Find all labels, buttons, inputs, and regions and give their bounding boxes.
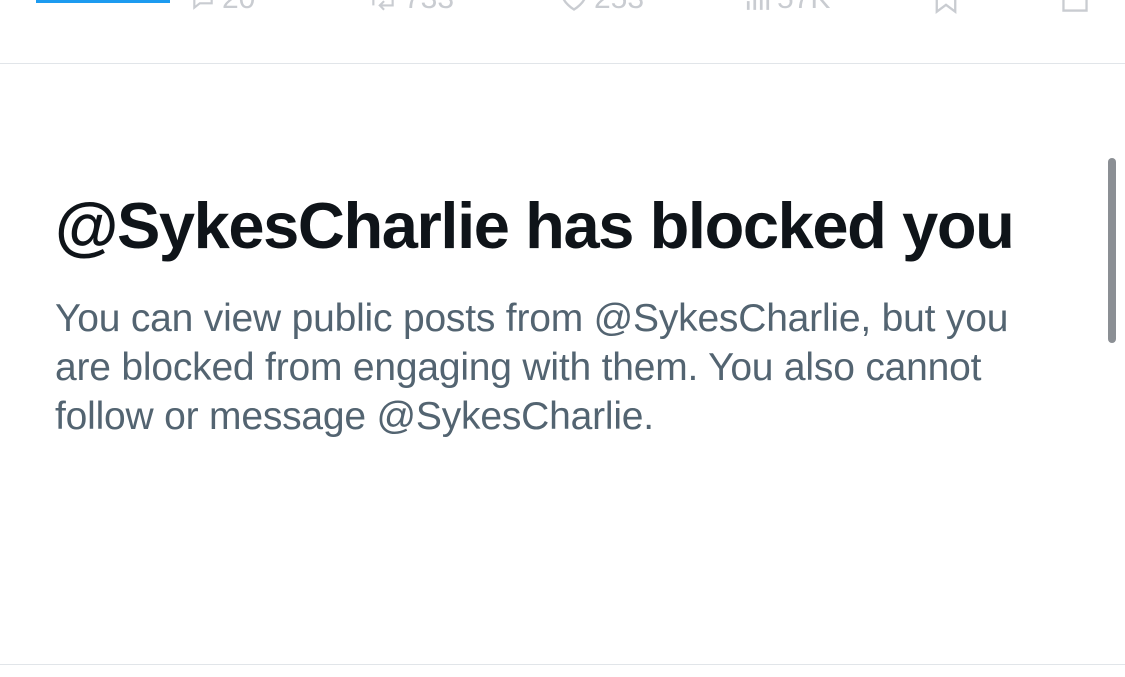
- scrollbar[interactable]: [1107, 150, 1117, 350]
- views-button[interactable]: 57K: [745, 0, 830, 14]
- like-count: 253: [594, 0, 644, 14]
- like-button[interactable]: 253: [560, 0, 644, 14]
- divider: [0, 63, 1125, 64]
- reply-icon: [190, 0, 216, 12]
- post-action-bar: 20 733 253 57K: [0, 0, 1125, 18]
- reply-count: 20: [222, 0, 255, 14]
- reply-button[interactable]: 20: [190, 0, 255, 14]
- bookmark-button[interactable]: [933, 0, 959, 14]
- bookmark-icon: [933, 0, 959, 14]
- blocked-title: @SykesCharlie has blocked you: [55, 189, 1015, 262]
- blocked-notice-page: 20 733 253 57K: [0, 0, 1125, 677]
- active-tab-indicator: [36, 0, 170, 3]
- like-icon: [560, 0, 588, 12]
- repost-button[interactable]: 733: [368, 0, 454, 14]
- divider: [0, 664, 1125, 665]
- share-button[interactable]: [1060, 0, 1090, 14]
- blocked-message-panel: @SykesCharlie has blocked you You can vi…: [55, 183, 1055, 441]
- blocked-description: You can view public posts from @SykesCha…: [55, 297, 1009, 438]
- share-icon: [1060, 0, 1090, 14]
- repost-icon: [368, 0, 398, 12]
- views-icon: [745, 0, 771, 12]
- repost-count: 733: [404, 0, 454, 14]
- views-count: 57K: [777, 0, 830, 14]
- scrollbar-thumb[interactable]: [1108, 158, 1116, 343]
